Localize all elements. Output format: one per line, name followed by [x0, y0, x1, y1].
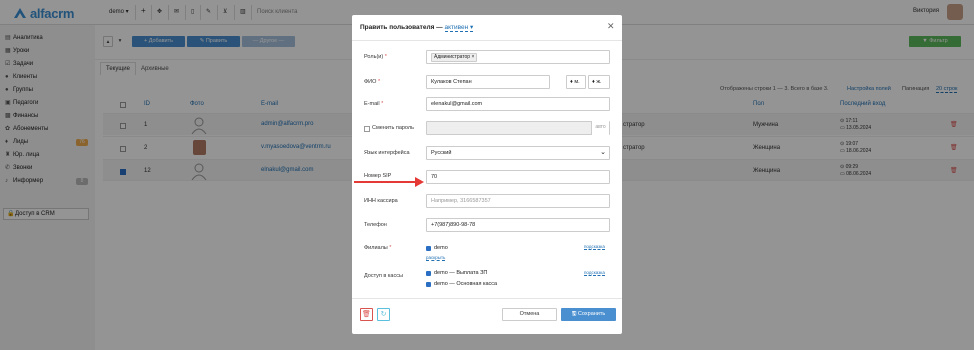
required-mark: *	[381, 101, 384, 107]
history-icon: ↻	[380, 311, 387, 318]
change-password-label: Сменить пароль	[372, 125, 414, 131]
password-input: авто	[426, 121, 610, 135]
roles-multiselect[interactable]: Администратор ×	[426, 50, 610, 64]
auto-password-button[interactable]: авто	[591, 121, 609, 135]
expand-branches-link[interactable]: раскрыть	[426, 255, 446, 261]
fio-label-text: ФИО	[364, 79, 377, 85]
email-label: E-mail *	[364, 101, 383, 107]
chevron-down-icon: ⌄	[600, 149, 606, 156]
branch-label: demo	[434, 245, 448, 251]
gender-male-radio[interactable]: ♦ м.	[566, 75, 586, 89]
close-icon[interactable]: ✕	[607, 21, 615, 32]
divider	[352, 40, 622, 41]
branches-label-text: Филиалы	[364, 245, 388, 251]
annotation-arrow	[354, 181, 419, 183]
fio-input[interactable]: Кулаков Степан	[426, 75, 550, 89]
cash-access-label: Доступ в кассы	[364, 273, 403, 279]
branches-label: Филиалы *	[364, 245, 391, 251]
language-value: Русский	[431, 150, 452, 156]
phone-label: Телефон	[364, 222, 387, 228]
modal-title: Править пользователя — активен ▾	[360, 23, 474, 32]
phone-input[interactable]: +7(987)890-98-78	[426, 218, 610, 232]
history-button[interactable]: ↻	[377, 308, 390, 321]
required-mark: *	[377, 79, 381, 85]
sip-label: Номер SIP	[364, 173, 392, 179]
cash-checkbox[interactable]	[426, 271, 431, 276]
roles-label: Роль(и) *	[364, 54, 387, 60]
save-button[interactable]: 🖫 Сохранить	[561, 308, 616, 321]
cash-hint-link[interactable]: подсказка	[584, 270, 605, 276]
gender-female-radio[interactable]: ♦ ж.	[588, 75, 610, 89]
language-label: Язык интерфейса	[364, 150, 410, 156]
cash-label: demo — Выплата ЗП	[434, 270, 488, 276]
inn-input[interactable]: Например, 3166587357	[426, 194, 610, 208]
modal-title-text: Править пользователя —	[360, 24, 443, 31]
email-label-text: E-mail	[364, 101, 380, 107]
branch-checkbox[interactable]	[426, 246, 431, 251]
annotation-arrow-head	[415, 177, 424, 187]
sip-input[interactable]: 70	[426, 170, 610, 184]
delete-user-button[interactable]: 🗑	[360, 308, 373, 321]
edit-user-modal: Править пользователя — активен ▾ ✕ Роль(…	[352, 15, 622, 334]
fio-label: ФИО *	[364, 79, 380, 85]
trash-icon: 🗑	[362, 311, 371, 318]
branches-hint-link[interactable]: подсказка	[584, 244, 605, 250]
required-mark: *	[384, 54, 387, 60]
required-mark: *	[389, 245, 392, 251]
cash-checkbox[interactable]	[426, 282, 431, 287]
change-password-checkbox[interactable]	[364, 126, 370, 132]
divider	[352, 298, 622, 299]
role-tag[interactable]: Администратор ×	[431, 53, 478, 62]
cash-label: demo — Основная касса	[434, 281, 498, 287]
inn-label: ИНН кассира	[364, 198, 398, 204]
cancel-button[interactable]: Отмена	[502, 308, 557, 321]
user-status-dropdown[interactable]: активен ▾	[444, 24, 474, 32]
language-select[interactable]: Русский ⌄	[426, 146, 610, 160]
roles-label-text: Роль(и)	[364, 54, 384, 60]
email-input[interactable]: elenakul@gmail.com	[426, 97, 610, 111]
